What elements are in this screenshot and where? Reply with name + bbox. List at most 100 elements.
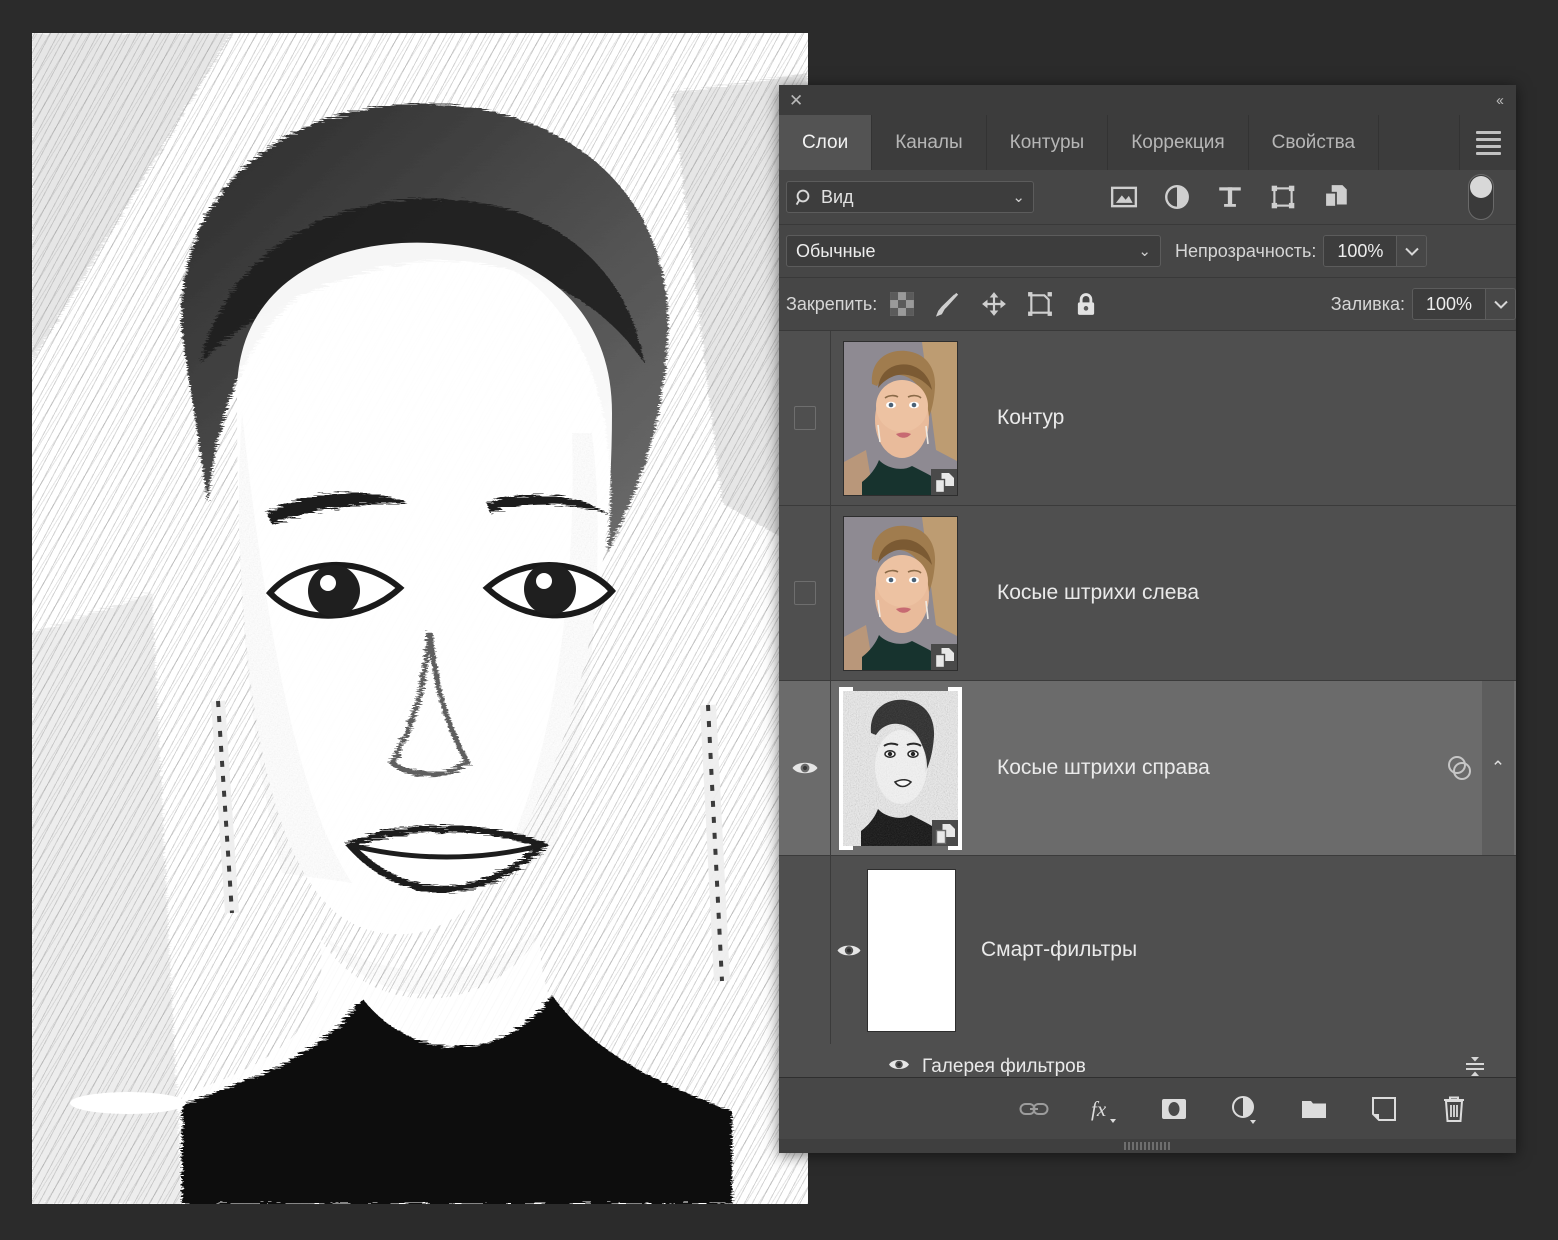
trash-icon <box>1441 1095 1467 1123</box>
smart-filters-block: Смарт-фильтры Галерея фильтров <box>779 856 1516 1077</box>
new-layer-icon[interactable] <box>1368 1093 1400 1125</box>
link-layers-icon[interactable] <box>1018 1093 1050 1125</box>
toggle-knob <box>1470 176 1492 198</box>
layer-row[interactable]: Контур <box>779 331 1516 506</box>
lock-position-icon[interactable] <box>981 291 1007 317</box>
filter-adjustment-layers-icon[interactable] <box>1163 183 1191 211</box>
smart-filters-label: Смарт-фильтры <box>969 856 1516 1044</box>
lock-label: Закрепить: <box>786 294 877 315</box>
filter-smart-object-layers-icon[interactable] <box>1322 183 1350 211</box>
smart-filter-entry-inner: Галерея фильтров <box>831 1056 1462 1078</box>
portrait-sketch-artwork <box>32 33 808 1204</box>
lock-transparent-pixels-icon[interactable] <box>889 291 915 317</box>
layer-visibility-toggle[interactable] <box>779 681 831 855</box>
tabbar-filler <box>1379 115 1460 170</box>
layer-thumbnail-cell[interactable] <box>831 331 969 505</box>
smart-object-icon <box>935 823 957 845</box>
lock-row: Закрепить: <box>779 278 1516 331</box>
filter-kind-value: Вид <box>821 187 1012 208</box>
smart-object-badge-icon <box>931 469 958 496</box>
app-root: ✕ ‹‹ Слои Каналы Контуры Коррекция Свойс… <box>0 0 1558 1240</box>
smart-filters-spacer <box>779 856 831 1044</box>
eye-off-icon <box>794 406 816 430</box>
panel-menu-button[interactable] <box>1460 115 1516 170</box>
layer-thumbnail-cell[interactable] <box>831 506 969 680</box>
collapse-panel-icon[interactable]: ‹‹ <box>1496 92 1502 109</box>
layer-name[interactable]: Косые штрихи слева <box>969 506 1516 680</box>
filter-type-layers-icon[interactable] <box>1216 183 1244 211</box>
tab-channels[interactable]: Каналы <box>872 115 986 170</box>
svg-text:fx: fx <box>1091 1097 1107 1121</box>
fill-stepper[interactable] <box>1485 289 1515 319</box>
new-fill-adjustment-layer-icon[interactable] <box>1228 1093 1260 1125</box>
close-icon[interactable]: ✕ <box>789 92 803 109</box>
filter-type-buttons <box>1110 183 1350 211</box>
tab-properties[interactable]: Свойства <box>1249 115 1379 170</box>
mask-icon <box>1160 1097 1188 1121</box>
layer-filter-row: Вид ⌄ <box>779 170 1516 225</box>
filter-shape-layers-icon[interactable] <box>1269 183 1297 211</box>
filter-gallery-visibility-toggle[interactable] <box>888 1056 910 1078</box>
blend-mode-value: Обычные <box>796 241 876 262</box>
fx-icon: fx <box>1089 1094 1119 1124</box>
smart-filters-row[interactable]: Смарт-фильтры <box>779 856 1516 1044</box>
layers-panel-toolbar: fx <box>779 1077 1516 1139</box>
layer-thumbnail-cell[interactable] <box>831 681 969 855</box>
lock-buttons <box>889 291 1099 317</box>
layer-row-selected[interactable]: Косые штрихи справа ⌃ <box>779 681 1516 856</box>
new-group-icon[interactable] <box>1298 1093 1330 1125</box>
chevron-down-icon <box>1494 300 1508 309</box>
layer-name[interactable]: Контур <box>969 331 1516 505</box>
smart-filter-name[interactable]: Галерея фильтров <box>922 1056 1086 1077</box>
tab-paths[interactable]: Контуры <box>987 115 1109 170</box>
chain-link-icon <box>1019 1100 1049 1118</box>
hamburger-menu-icon <box>1476 127 1501 159</box>
add-layer-mask-icon[interactable] <box>1158 1093 1190 1125</box>
opacity-value[interactable]: 100% <box>1324 236 1396 266</box>
chevron-down-icon: ⌄ <box>1138 242 1151 260</box>
new-page-icon <box>1371 1096 1397 1122</box>
opacity-stepper[interactable] <box>1396 236 1426 266</box>
smart-filters-indicator-icon[interactable] <box>1438 754 1482 782</box>
eye-visible-icon <box>791 758 819 778</box>
fill-value[interactable]: 100% <box>1413 289 1485 319</box>
tab-layers[interactable]: Слои <box>779 115 872 170</box>
layer-name[interactable]: Косые штрихи справа <box>969 681 1438 855</box>
layer-thumbnail <box>843 341 958 496</box>
layers-panel: ✕ ‹‹ Слои Каналы Контуры Коррекция Свойс… <box>779 85 1516 1153</box>
smart-object-badge-icon <box>931 644 958 671</box>
filter-pixel-layers-icon[interactable] <box>1110 183 1138 211</box>
tab-properties-label: Свойства <box>1272 132 1355 154</box>
chevron-down-icon <box>1405 247 1419 256</box>
filter-blending-options-icon <box>1462 1054 1488 1077</box>
panel-titlebar: ✕ ‹‹ <box>779 85 1516 115</box>
delete-layer-icon[interactable] <box>1438 1093 1470 1125</box>
opacity-field[interactable]: 100% <box>1323 235 1427 267</box>
layer-row[interactable]: Косые штрихи слева <box>779 506 1516 681</box>
layer-list[interactable]: Контур <box>779 331 1516 1077</box>
fill-field[interactable]: 100% <box>1412 288 1516 320</box>
layer-visibility-toggle[interactable] <box>779 331 831 505</box>
tab-channels-label: Каналы <box>895 132 962 154</box>
smart-filters-visibility-toggle[interactable] <box>831 941 867 960</box>
smart-filter-mask-thumbnail[interactable] <box>867 869 956 1032</box>
filter-enable-toggle[interactable] <box>1468 174 1494 220</box>
blend-mode-select[interactable]: Обычные ⌄ <box>786 235 1161 267</box>
opacity-label: Непрозрачность: <box>1175 241 1316 262</box>
tab-adjustments[interactable]: Коррекция <box>1108 115 1248 170</box>
filter-kind-select[interactable]: Вид ⌄ <box>786 181 1034 213</box>
search-icon <box>795 188 814 207</box>
panel-resize-grip[interactable] <box>779 1139 1516 1153</box>
smart-filter-entry-row[interactable]: Галерея фильтров <box>779 1044 1516 1077</box>
document-canvas[interactable] <box>32 33 808 1204</box>
smart-filter-blending-options-icon[interactable] <box>1462 1054 1488 1077</box>
lock-all-icon[interactable] <box>1073 291 1099 317</box>
layer-visibility-toggle[interactable] <box>779 506 831 680</box>
blend-opacity-row: Обычные ⌄ Непрозрачность: 100% <box>779 225 1516 278</box>
tab-layers-label: Слои <box>802 132 848 154</box>
layer-style-fx-icon[interactable]: fx <box>1088 1093 1120 1125</box>
lock-image-pixels-icon[interactable] <box>935 291 961 317</box>
lock-artboard-nesting-icon[interactable] <box>1027 291 1053 317</box>
collapse-smart-filters-icon[interactable]: ⌃ <box>1482 681 1514 855</box>
smart-object-badge-icon <box>932 820 958 846</box>
